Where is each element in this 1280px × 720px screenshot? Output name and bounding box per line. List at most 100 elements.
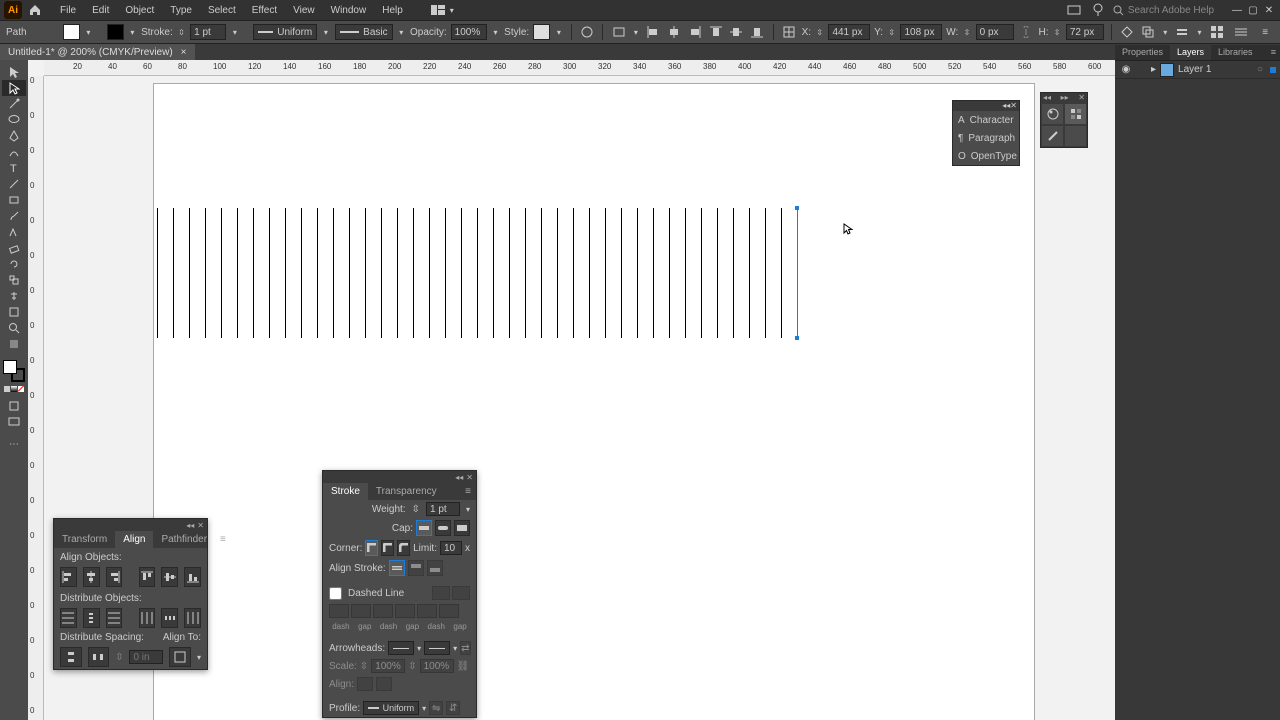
w-field[interactable]: 0 px [976,24,1014,40]
ctrlbar-pref2-icon[interactable] [1232,23,1250,41]
dist-hcenter-btn[interactable] [161,608,178,628]
dist-top-btn[interactable] [60,608,77,628]
cap-round-btn[interactable] [435,520,451,536]
window-maximize[interactable]: ▢ [1246,3,1260,17]
weight-chevron[interactable]: ▾ [466,505,470,514]
weight-field[interactable] [426,502,460,516]
window-close[interactable]: ✕ [1262,3,1276,17]
arrange-chevron[interactable]: ▾ [1195,25,1204,39]
fill-stroke-indicator[interactable] [3,360,25,382]
w-stepper[interactable]: ⇳ [962,25,971,39]
stroke-weight-field[interactable]: 1 pt [190,24,226,40]
direct-selection-tool[interactable] [2,80,26,96]
recolor-icon[interactable] [578,23,595,41]
align-hcenter-btn[interactable] [83,567,100,587]
transform-icon[interactable] [781,23,798,41]
type-panel-close-icon[interactable]: ✕ [1010,101,1017,111]
brush-tool[interactable] [2,208,26,224]
ctrlbar-pref1-icon[interactable] [1208,23,1226,41]
brushes-panel-icon[interactable] [1041,125,1064,147]
menu-help[interactable]: Help [374,5,411,16]
pen-tool[interactable] [2,128,26,144]
document-tab-close[interactable]: × [181,47,187,58]
align-collapse-icon[interactable]: ◂◂ [186,521,194,530]
shape-group-icon[interactable] [1140,23,1157,41]
profile-chevron2[interactable]: ▾ [422,704,426,713]
color-mode-row[interactable] [4,386,24,392]
stroke-collapse-icon[interactable]: ◂◂ [455,473,463,482]
zoom-tool[interactable] [2,320,26,336]
opacity-field[interactable]: 100% [451,24,487,40]
strip-collapse-icon[interactable]: ◂◂ [1043,93,1051,103]
swatches-panel-icon[interactable] [1064,103,1087,125]
h-stepper[interactable]: ⇳ [1052,25,1061,39]
menu-file[interactable]: File [52,5,84,16]
search-box[interactable]: Search Adobe Help [1113,5,1214,16]
dist-space-h-btn[interactable] [88,647,110,667]
stroke-weight-chevron[interactable]: ▾ [230,25,239,39]
strip-close-icon[interactable]: ✕ [1078,93,1085,103]
tab-pathfinder[interactable]: Pathfinder [153,531,215,548]
document-tab[interactable]: Untitled-1* @ 200% (CMYK/Preview) × [0,44,195,60]
menu-select[interactable]: Select [200,5,244,16]
stroke-panel-menu-icon[interactable]: ≡ [460,483,476,500]
lasso-tool[interactable] [2,112,26,128]
stroke-weight-stepper[interactable]: ⇳ [177,25,186,39]
profile-chevron[interactable]: ▾ [321,25,330,39]
opentype-panel-item[interactable]: OOpenType [953,147,1019,165]
corner-bevel-btn[interactable] [397,540,410,556]
align-vcenter-btn[interactable] [161,567,178,587]
align-panel-menu-icon[interactable]: ≡ [215,531,231,548]
type-tool[interactable]: T [2,160,26,176]
opacity-chevron[interactable]: ▾ [491,25,500,39]
align-close-icon[interactable]: ✕ [197,521,204,530]
align-vcenter-icon[interactable] [728,23,745,41]
layer-expand-icon[interactable]: ▸ [1151,64,1156,75]
stroke-swatch[interactable] [107,24,124,40]
ctrlbar-menu-icon[interactable]: ≡ [1256,23,1274,41]
rectangle-tool[interactable] [2,192,26,208]
window-minimize[interactable]: — [1230,3,1244,17]
weight-stepper[interactable]: ⇳ [412,504,420,515]
corner-round-btn[interactable] [381,540,394,556]
align-right-btn[interactable] [106,567,123,587]
style-swatch[interactable] [533,24,550,40]
paragraph-panel-item[interactable]: ¶Paragraph [953,129,1019,147]
dist-bottom-btn[interactable] [106,608,123,628]
tab-transparency[interactable]: Transparency [368,483,445,500]
align-stroke-center-btn[interactable] [389,560,405,576]
link-wh-icon[interactable] [1018,23,1035,41]
x-field[interactable]: 441 px [828,24,870,40]
layer-target-icon[interactable]: ○ [1257,64,1263,75]
tab-transform[interactable]: Transform [54,531,115,548]
align-to-chevron[interactable]: ▾ [197,653,201,662]
tab-align[interactable]: Align [115,531,153,548]
dashed-line-checkbox[interactable] [329,587,342,600]
align-bottom-icon[interactable] [749,23,766,41]
fill-swatch[interactable] [63,24,80,40]
align-hcenter-icon[interactable] [665,23,682,41]
dist-vcenter-btn[interactable] [83,608,100,628]
align-top-btn[interactable] [139,567,156,587]
style-chevron[interactable]: ▾ [554,25,563,39]
stroke-close-icon[interactable]: ✕ [466,473,473,482]
shape-chevron[interactable]: ▾ [1161,25,1170,39]
tab-libraries[interactable]: Libraries [1211,45,1260,60]
arrow-end-dropdown[interactable] [424,641,450,655]
tab-layers[interactable]: Layers [1170,45,1211,60]
spacing-stepper[interactable]: ⇳ [115,652,123,663]
gradient-tool[interactable] [2,336,26,352]
eraser-tool[interactable] [2,240,26,256]
arrow-end-chevron[interactable]: ▾ [453,644,457,653]
menu-effect[interactable]: Effect [244,5,285,16]
home-icon[interactable] [26,1,44,19]
arrange-icon[interactable] [1174,23,1191,41]
brush-chevron[interactable]: ▾ [397,25,406,39]
selection-tool[interactable] [2,64,26,80]
corner-miter-btn[interactable] [365,540,378,556]
draw-mode-icon[interactable] [2,398,26,414]
align-to-btn[interactable] [169,647,191,667]
layer-name[interactable]: Layer 1 [1178,64,1211,75]
align-right-icon[interactable] [686,23,703,41]
shaper-tool[interactable] [2,224,26,240]
